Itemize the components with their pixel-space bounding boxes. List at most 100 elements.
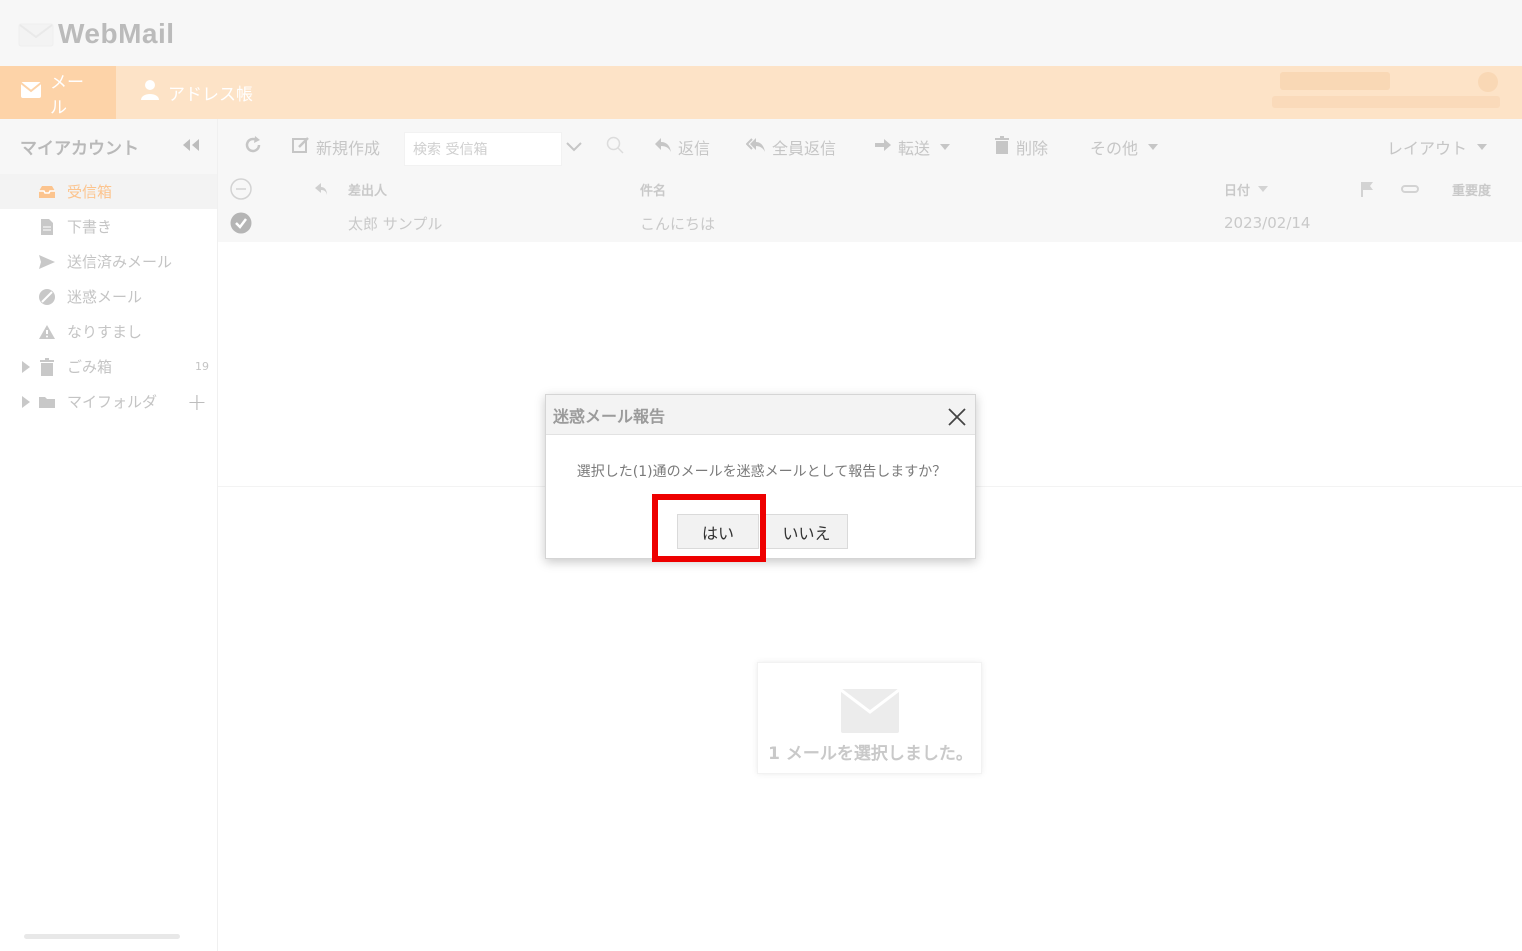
other-menu-button[interactable]: その他 xyxy=(1090,119,1159,174)
inbox-icon xyxy=(38,183,56,201)
yes-button[interactable]: はい xyxy=(677,514,759,549)
envelope-icon xyxy=(840,688,900,738)
sidebar-scrollbar[interactable] xyxy=(24,934,180,939)
spam-report-dialog: 迷惑メール報告 選択した(1)通のメールを迷惑メールとして報告しますか？ はい … xyxy=(545,394,976,559)
column-from[interactable]: 差出人 xyxy=(348,174,387,204)
chevron-down-icon xyxy=(566,137,582,156)
expand-arrow-icon[interactable] xyxy=(22,396,30,408)
row-subject: こんにちは xyxy=(640,214,716,233)
compose-button[interactable]: 新規作成 xyxy=(292,119,380,174)
person-icon xyxy=(140,79,160,106)
dialog-message: 選択した(1)通のメールを迷惑メールとして報告しますか？ xyxy=(576,464,947,480)
collapse-sidebar-icon[interactable] xyxy=(181,138,201,156)
forward-arrow-icon xyxy=(874,137,892,156)
compose-label: 新規作成 xyxy=(316,138,381,158)
column-importance[interactable]: 重要度 xyxy=(1452,174,1491,204)
nav-tab-address-label: アドレス帳 xyxy=(168,85,253,105)
delete-button[interactable]: 削除 xyxy=(994,119,1048,174)
sidebar-item-trash[interactable]: ごみ箱 19 xyxy=(0,349,217,384)
sidebar-item-inbox[interactable]: 受信箱 xyxy=(0,174,217,209)
document-icon xyxy=(38,218,56,236)
row-from: 太郎 サンプル xyxy=(348,214,443,233)
attachment-icon[interactable] xyxy=(1400,174,1420,204)
nav-tab-mail[interactable]: メール xyxy=(0,66,116,119)
search-input[interactable]: 検索 受信箱 xyxy=(404,132,562,166)
logo[interactable]: WebMail xyxy=(18,18,175,50)
sidebar-item-drafts[interactable]: 下書き xyxy=(0,209,217,244)
caret-down-icon xyxy=(1148,143,1159,150)
close-icon[interactable] xyxy=(947,407,967,427)
logo-text: WebMail xyxy=(58,18,175,49)
send-icon xyxy=(38,253,56,271)
sidebar-item-label: 受信箱 xyxy=(67,183,113,201)
user-email-redacted xyxy=(1272,96,1500,108)
expand-arrow-icon[interactable] xyxy=(22,361,30,373)
refresh-icon xyxy=(244,135,262,158)
reply-all-icon xyxy=(745,137,766,157)
select-all-checkbox[interactable] xyxy=(230,174,252,204)
nav-tab-address-book[interactable]: アドレス帳 xyxy=(120,66,269,119)
sidebar-item-label: 迷惑メール xyxy=(67,288,143,306)
envelope-logo-icon xyxy=(18,20,54,48)
app-header: WebMail xyxy=(0,0,1522,66)
thread-icon[interactable] xyxy=(314,174,328,204)
user-account-area[interactable] xyxy=(1250,66,1522,119)
column-date[interactable]: 日付 xyxy=(1224,174,1269,204)
reply-all-button[interactable]: 全員返信 xyxy=(745,119,836,174)
dialog-header: 迷惑メール報告 xyxy=(546,395,975,435)
sort-desc-icon xyxy=(1258,186,1269,192)
preview-selection-card: 1 メールを選択しました。 xyxy=(757,662,982,774)
sidebar-header: マイアカウント xyxy=(0,119,217,174)
sidebar-item-label: ごみ箱 xyxy=(67,358,113,376)
sidebar-title: マイアカウント xyxy=(20,139,139,159)
search-icon xyxy=(606,136,624,158)
search-scope-dropdown[interactable] xyxy=(566,119,582,174)
user-menu-icon xyxy=(1478,72,1498,92)
trash-count-badge: 19 xyxy=(195,360,209,373)
forward-label: 転送 xyxy=(898,138,931,158)
add-folder-icon[interactable]: + xyxy=(187,388,207,416)
mail-list-header: 差出人 件名 日付 重要度 xyxy=(218,174,1522,204)
delete-label: 削除 xyxy=(1016,138,1049,158)
sidebar: マイアカウント 受信箱 下書き 送信済みメール 迷惑メール なりすまし ごみ箱 … xyxy=(0,119,218,951)
layout-menu-button[interactable]: レイアウト xyxy=(1387,119,1488,174)
caret-down-icon xyxy=(940,143,951,150)
ban-icon xyxy=(38,288,56,306)
table-row[interactable]: 太郎 サンプル こんにちは 2023/02/14 xyxy=(218,204,1522,242)
reply-button[interactable]: 返信 xyxy=(654,119,710,174)
reply-icon xyxy=(654,137,672,157)
reply-label: 返信 xyxy=(678,138,711,158)
forward-button[interactable]: 転送 xyxy=(874,119,951,174)
sidebar-item-spoofing[interactable]: なりすまし xyxy=(0,314,217,349)
other-label: その他 xyxy=(1090,138,1139,158)
sidebar-item-label: マイフォルダ xyxy=(67,393,158,411)
sidebar-item-label: 下書き xyxy=(67,218,113,236)
folder-icon xyxy=(38,393,56,411)
sidebar-item-my-folder[interactable]: マイフォルダ + xyxy=(0,384,217,419)
trash-icon xyxy=(38,357,56,376)
caret-down-icon xyxy=(1477,143,1488,150)
sidebar-item-label: なりすまし xyxy=(67,323,143,341)
column-date-label: 日付 xyxy=(1224,183,1251,199)
trash-icon xyxy=(994,135,1010,158)
sidebar-item-sent[interactable]: 送信済みメール xyxy=(0,244,217,279)
compose-icon xyxy=(292,136,310,158)
mail-icon xyxy=(20,81,42,104)
no-button[interactable]: いいえ xyxy=(765,514,848,549)
preview-message: 1 メールを選択しました。 xyxy=(768,744,973,764)
column-subject[interactable]: 件名 xyxy=(640,174,666,204)
warning-icon xyxy=(38,323,56,341)
layout-label: レイアウト xyxy=(1387,138,1468,158)
sidebar-item-label: 送信済みメール xyxy=(67,253,173,271)
search-button[interactable] xyxy=(606,119,624,174)
row-checkbox-checked[interactable] xyxy=(230,204,252,242)
refresh-button[interactable] xyxy=(244,119,262,174)
nav-tab-mail-label: メール xyxy=(50,72,84,118)
sidebar-item-spam[interactable]: 迷惑メール xyxy=(0,279,217,314)
flag-icon[interactable] xyxy=(1360,174,1374,204)
user-name-redacted xyxy=(1280,72,1390,90)
row-date: 2023/02/14 xyxy=(1224,214,1311,232)
toolbar: 新規作成 検索 受信箱 返信 全員返信 転送 削除 その他 レイアウト xyxy=(218,119,1522,174)
dialog-title: 迷惑メール報告 xyxy=(553,406,666,426)
search-placeholder: 検索 受信箱 xyxy=(413,142,488,158)
